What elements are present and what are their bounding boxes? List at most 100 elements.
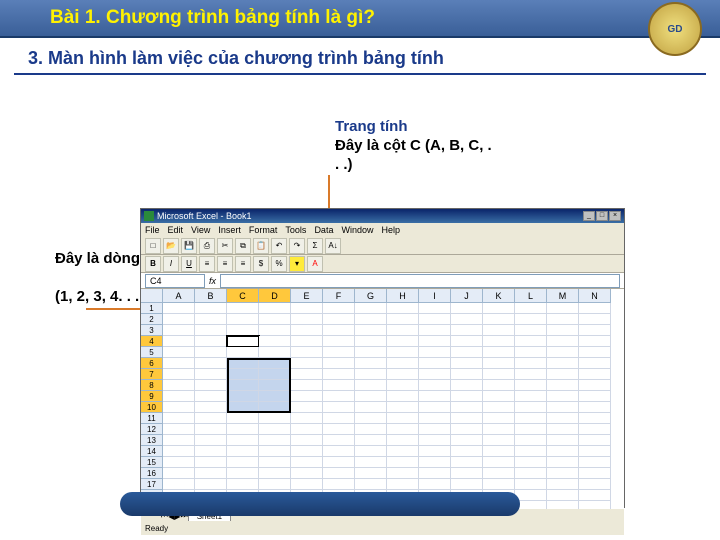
cell[interactable] xyxy=(547,468,579,479)
font-color-icon[interactable]: A xyxy=(307,256,323,272)
cell[interactable] xyxy=(259,424,291,435)
cell[interactable] xyxy=(163,336,195,347)
fill-color-icon[interactable]: ▾ xyxy=(289,256,305,272)
align-left-icon[interactable]: ≡ xyxy=(199,256,215,272)
cell[interactable] xyxy=(163,413,195,424)
cell[interactable] xyxy=(195,391,227,402)
cell[interactable] xyxy=(195,358,227,369)
cell[interactable] xyxy=(387,468,419,479)
cell[interactable] xyxy=(579,347,611,358)
cell[interactable] xyxy=(227,358,259,369)
cell[interactable] xyxy=(355,325,387,336)
cell[interactable] xyxy=(355,358,387,369)
cell[interactable] xyxy=(515,391,547,402)
col-head-F[interactable]: F xyxy=(323,289,355,303)
row-head-7[interactable]: 7 xyxy=(141,369,163,380)
row-head-2[interactable]: 2 xyxy=(141,314,163,325)
cell[interactable] xyxy=(323,336,355,347)
row-head-9[interactable]: 9 xyxy=(141,391,163,402)
currency-icon[interactable]: $ xyxy=(253,256,269,272)
cell[interactable] xyxy=(483,435,515,446)
cell[interactable] xyxy=(163,435,195,446)
col-head-E[interactable]: E xyxy=(291,289,323,303)
cell[interactable] xyxy=(355,479,387,490)
cell[interactable] xyxy=(515,402,547,413)
row-head-5[interactable]: 5 xyxy=(141,347,163,358)
cell[interactable] xyxy=(355,314,387,325)
cell[interactable] xyxy=(323,446,355,457)
cell[interactable] xyxy=(419,413,451,424)
cell[interactable] xyxy=(227,468,259,479)
cell[interactable] xyxy=(515,490,547,501)
menu-window[interactable]: Window xyxy=(341,225,373,235)
cell[interactable] xyxy=(515,380,547,391)
cell[interactable] xyxy=(291,446,323,457)
row-head-3[interactable]: 3 xyxy=(141,325,163,336)
cell[interactable] xyxy=(355,391,387,402)
cell[interactable] xyxy=(387,347,419,358)
cell[interactable] xyxy=(323,325,355,336)
row-head-14[interactable]: 14 xyxy=(141,446,163,457)
copy-icon[interactable]: ⧉ xyxy=(235,238,251,254)
cell[interactable] xyxy=(323,402,355,413)
cell[interactable] xyxy=(483,325,515,336)
select-all-corner[interactable] xyxy=(141,289,163,303)
cell[interactable] xyxy=(195,424,227,435)
cell[interactable] xyxy=(259,446,291,457)
col-head-H[interactable]: H xyxy=(387,289,419,303)
cell[interactable] xyxy=(163,358,195,369)
cell[interactable] xyxy=(355,303,387,314)
cell[interactable] xyxy=(579,501,611,509)
cell[interactable] xyxy=(195,314,227,325)
cell[interactable] xyxy=(579,435,611,446)
cell[interactable] xyxy=(291,303,323,314)
cell[interactable] xyxy=(579,380,611,391)
cell[interactable] xyxy=(451,303,483,314)
percent-icon[interactable]: % xyxy=(271,256,287,272)
col-head-J[interactable]: J xyxy=(451,289,483,303)
cell[interactable] xyxy=(195,369,227,380)
paste-icon[interactable]: 📋 xyxy=(253,238,269,254)
cell[interactable] xyxy=(483,424,515,435)
cell[interactable] xyxy=(547,479,579,490)
menu-format[interactable]: Format xyxy=(249,225,278,235)
cell[interactable] xyxy=(483,446,515,457)
cell[interactable] xyxy=(483,468,515,479)
cell[interactable] xyxy=(419,369,451,380)
cell[interactable] xyxy=(547,303,579,314)
cell[interactable] xyxy=(419,303,451,314)
cell[interactable] xyxy=(227,402,259,413)
cell[interactable] xyxy=(483,314,515,325)
cell[interactable] xyxy=(355,424,387,435)
cell[interactable] xyxy=(483,336,515,347)
cell[interactable] xyxy=(483,402,515,413)
cell[interactable] xyxy=(259,457,291,468)
menu-tools[interactable]: Tools xyxy=(285,225,306,235)
cell[interactable] xyxy=(547,457,579,468)
cell[interactable] xyxy=(195,402,227,413)
bold-icon[interactable]: B xyxy=(145,256,161,272)
name-box[interactable]: C4 xyxy=(145,274,205,288)
cell[interactable] xyxy=(227,413,259,424)
cell[interactable] xyxy=(387,435,419,446)
menu-help[interactable]: Help xyxy=(381,225,400,235)
cell[interactable] xyxy=(515,457,547,468)
row-head-6[interactable]: 6 xyxy=(141,358,163,369)
cell[interactable] xyxy=(547,402,579,413)
cell[interactable] xyxy=(451,435,483,446)
cell[interactable] xyxy=(419,358,451,369)
close-button[interactable]: × xyxy=(609,211,621,221)
cell[interactable] xyxy=(451,479,483,490)
col-head-L[interactable]: L xyxy=(515,289,547,303)
cell[interactable] xyxy=(195,457,227,468)
cell[interactable] xyxy=(323,479,355,490)
cell[interactable] xyxy=(227,435,259,446)
cell[interactable] xyxy=(483,369,515,380)
cell[interactable] xyxy=(291,314,323,325)
cell[interactable] xyxy=(195,336,227,347)
cell[interactable] xyxy=(579,325,611,336)
redo-icon[interactable]: ↷ xyxy=(289,238,305,254)
cell[interactable] xyxy=(259,413,291,424)
cell[interactable] xyxy=(547,446,579,457)
col-head-B[interactable]: B xyxy=(195,289,227,303)
